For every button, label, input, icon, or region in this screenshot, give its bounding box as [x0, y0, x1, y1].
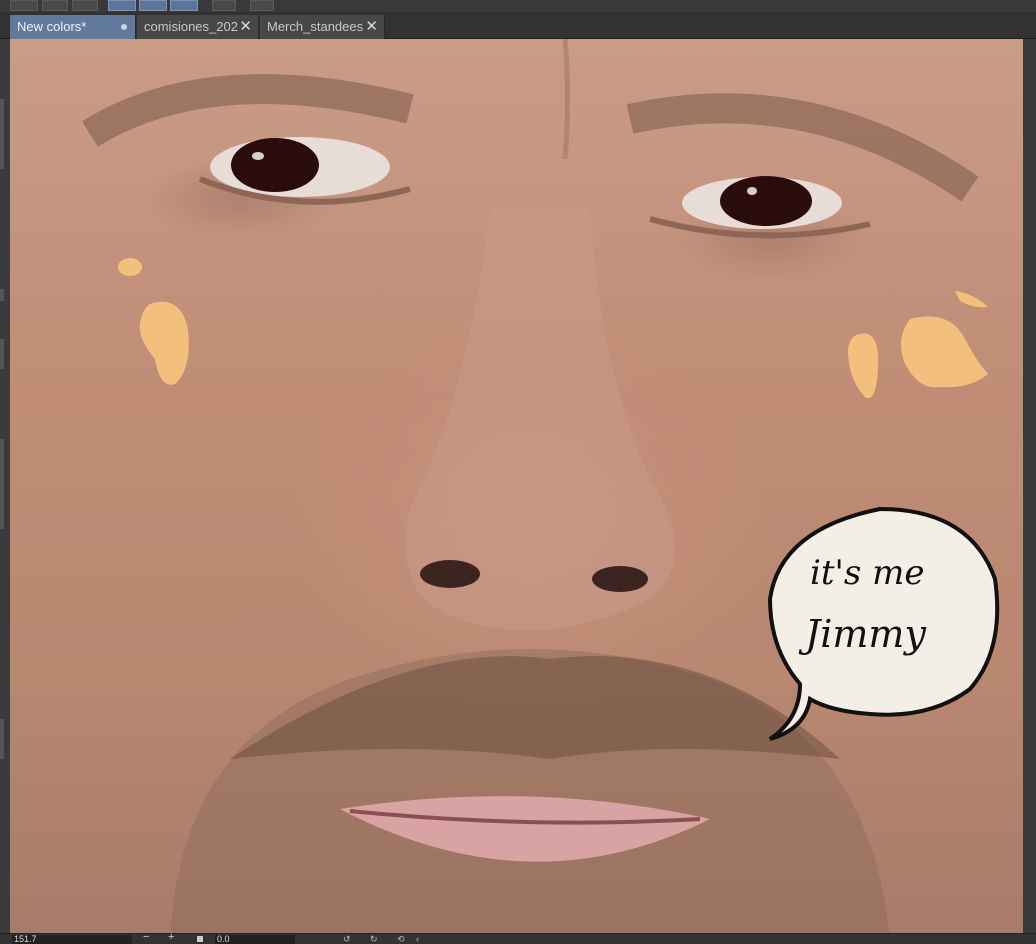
panel-divider — [0, 289, 4, 301]
paint-stroke — [118, 258, 142, 276]
close-icon[interactable]: ✕ — [365, 17, 378, 35]
tool-button[interactable] — [212, 0, 236, 11]
tool-button[interactable] — [250, 0, 274, 11]
eye-highlight-left — [252, 152, 264, 160]
nostril-left — [420, 560, 480, 588]
canvas-artwork: it's me Jimmy — [82, 39, 1000, 933]
drawing-canvas[interactable]: it's me Jimmy — [10, 39, 1023, 933]
marquee-tool-button[interactable] — [170, 0, 198, 11]
eye-iris-left — [231, 138, 319, 192]
eye-iris-right — [720, 176, 812, 226]
tab-comisiones[interactable]: comisiones_202 ✕ — [137, 15, 259, 39]
reset-zoom-icon[interactable] — [197, 936, 203, 942]
tool-button[interactable] — [42, 0, 68, 11]
selection-tool-button[interactable] — [108, 0, 136, 11]
tab-label: New colors* — [17, 19, 87, 34]
moustache — [230, 656, 840, 759]
paint-stroke — [955, 291, 988, 308]
paint-stroke — [848, 333, 879, 399]
lasso-tool-button[interactable] — [139, 0, 167, 11]
left-panel-edge[interactable] — [0, 39, 10, 933]
document-tab-bar: New colors* comisiones_202 ✕ Merch_stand… — [0, 12, 1036, 39]
zoom-in-icon[interactable]: + — [168, 931, 174, 943]
tool-button[interactable] — [10, 0, 38, 11]
tab-new-colors[interactable]: New colors* — [10, 15, 136, 39]
tab-label: Merch_standees — [267, 19, 364, 34]
panel-divider — [0, 719, 4, 759]
tool-button[interactable] — [72, 0, 98, 11]
forehead-crease — [562, 39, 570, 160]
bubble-text-line1: it's me — [810, 553, 925, 593]
bubble-text-line2: Jimmy — [798, 612, 926, 656]
tab-merch-standees[interactable]: Merch_standees ✕ — [260, 15, 385, 39]
status-bar: 151.7 − + 0.0 ↺ ↻ ⟲ ‹ — [0, 931, 1036, 944]
panel-divider — [0, 339, 4, 369]
paint-stroke — [139, 301, 189, 385]
nostril-right — [592, 566, 648, 592]
eyebrow-left — [82, 74, 414, 147]
top-toolbar — [0, 0, 1036, 12]
panel-divider — [0, 439, 4, 529]
close-icon[interactable]: ✕ — [239, 17, 252, 35]
tab-label: comisiones_202 — [144, 19, 238, 34]
paint-stroke — [901, 316, 988, 388]
right-panel-edge[interactable] — [1023, 39, 1036, 933]
panel-divider — [0, 99, 4, 169]
eye-highlight-right — [747, 187, 757, 195]
modified-dot-icon — [121, 24, 127, 30]
zoom-out-icon[interactable]: − — [143, 931, 149, 943]
eyebrow-right — [626, 93, 979, 202]
